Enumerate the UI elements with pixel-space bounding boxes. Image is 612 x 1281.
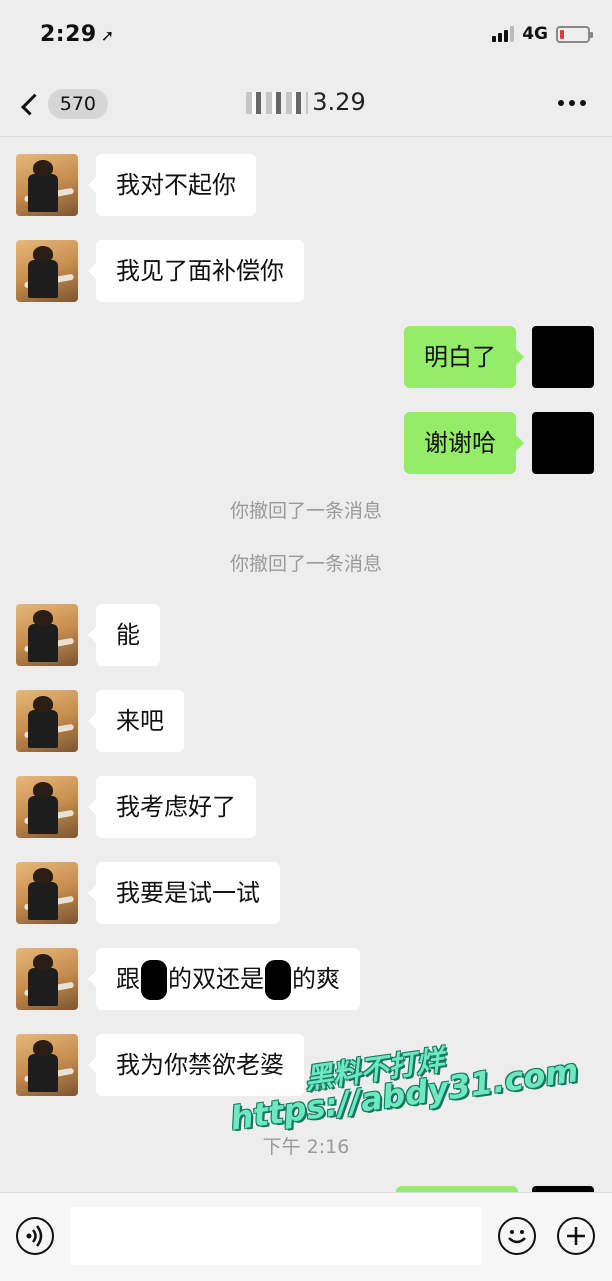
contact-avatar[interactable] xyxy=(16,776,78,838)
input-bar xyxy=(0,1192,612,1281)
signal-icon xyxy=(492,26,515,42)
sent-message-bubble[interactable]: 谢谢哈 xyxy=(404,412,524,474)
received-message-bubble[interactable]: 跟的双还是 的爽 xyxy=(88,948,360,1010)
chat-title: 3.29 xyxy=(0,88,612,116)
voice-button[interactable] xyxy=(16,1217,54,1255)
plus-button[interactable] xyxy=(557,1217,595,1255)
more-dots-icon xyxy=(558,100,564,106)
my-avatar[interactable] xyxy=(532,412,594,474)
plus-icon xyxy=(567,1227,585,1245)
message-text-part: 的爽 xyxy=(292,965,340,993)
status-time: 2:29 ➚ xyxy=(40,22,115,47)
redacted-name xyxy=(246,92,309,114)
received-message-bubble[interactable]: 来吧 xyxy=(88,690,184,752)
contact-avatar[interactable] xyxy=(16,154,78,216)
sent-message-bubble[interactable]: 明白了 xyxy=(404,326,524,388)
contact-avatar[interactable] xyxy=(16,240,78,302)
contact-avatar[interactable] xyxy=(16,948,78,1010)
chat-title-text: 3.29 xyxy=(312,88,366,116)
contact-avatar[interactable] xyxy=(16,862,78,924)
location-arrow-icon: ➚ xyxy=(100,26,115,45)
network-label: 4G xyxy=(522,24,548,44)
chat-message-list[interactable]: 我对不起你 我见了面补偿你 明白了 谢谢哈 你撤回了一条消息 你撤回了一条消息 … xyxy=(0,136,612,1192)
received-message-bubble[interactable]: 我要是试一试 xyxy=(88,862,280,924)
redaction-mark xyxy=(141,960,167,1000)
battery-icon xyxy=(556,25,593,43)
emoji-icon xyxy=(508,1230,526,1244)
message-timestamp: 下午 2:16 xyxy=(262,1136,350,1158)
message-input[interactable] xyxy=(70,1207,482,1265)
received-message-bubble[interactable]: 我见了面补偿你 xyxy=(88,240,304,302)
my-avatar[interactable] xyxy=(532,326,594,388)
voice-icon xyxy=(26,1225,43,1247)
received-message-bubble[interactable]: 我为你禁欲老婆 xyxy=(88,1034,304,1096)
recall-notice: 你撤回了一条消息 xyxy=(229,553,382,575)
status-bar: 2:29 ➚ 4G xyxy=(0,0,612,70)
received-message-bubble[interactable]: 我对不起你 xyxy=(88,154,256,216)
chat-header: 570 3.29 xyxy=(0,70,612,137)
contact-avatar[interactable] xyxy=(16,604,78,666)
message-text-part: 的双还是 xyxy=(168,965,264,993)
more-button[interactable] xyxy=(558,100,586,106)
emoji-button[interactable] xyxy=(498,1217,536,1255)
received-message-bubble[interactable]: 能 xyxy=(88,604,160,666)
status-right: 4G xyxy=(492,24,593,44)
redaction-mark xyxy=(265,960,291,1000)
message-text-part: 跟 xyxy=(116,965,140,993)
contact-avatar[interactable] xyxy=(16,1034,78,1096)
recall-notice: 你撤回了一条消息 xyxy=(229,500,382,522)
received-message-bubble[interactable]: 我考虑好了 xyxy=(88,776,256,838)
contact-avatar[interactable] xyxy=(16,690,78,752)
